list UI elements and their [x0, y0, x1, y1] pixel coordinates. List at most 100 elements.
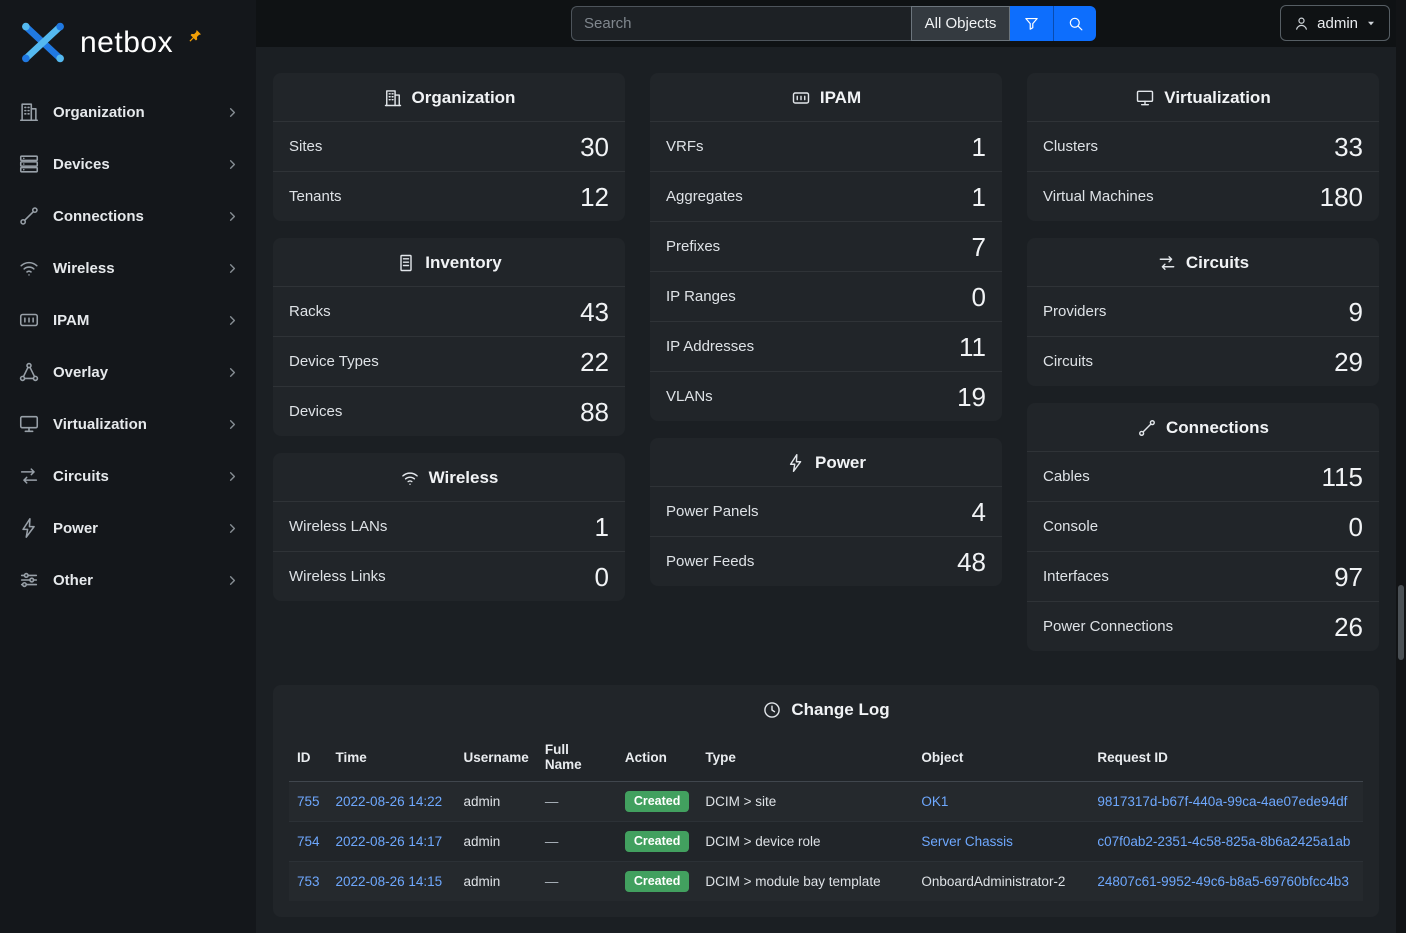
- changelog-card: Change Log IDTimeUsernameFull NameAction…: [273, 685, 1379, 917]
- action-badge: Created: [625, 871, 690, 892]
- stat-value[interactable]: 11: [959, 334, 986, 360]
- stat-value[interactable]: 0: [972, 284, 986, 310]
- time-link[interactable]: 2022-08-26 14:22: [336, 794, 443, 809]
- action-badge: Created: [625, 791, 690, 812]
- stat-value[interactable]: 180: [1320, 184, 1363, 210]
- stat-value[interactable]: 33: [1334, 134, 1363, 160]
- stat-label: Tenants: [289, 188, 342, 205]
- sidebar-item-label: Devices: [53, 156, 225, 173]
- stat-value[interactable]: 1: [972, 134, 986, 160]
- stat-value[interactable]: 115: [1322, 464, 1363, 490]
- cell-full-name: —: [545, 874, 559, 889]
- stat-value[interactable]: 9: [1349, 299, 1363, 325]
- stat-value[interactable]: 7: [972, 234, 986, 260]
- stat-row: IP Addresses11: [650, 321, 1002, 371]
- sidebar-item-other[interactable]: Other: [0, 554, 256, 606]
- sidebar-item-label: Power: [53, 520, 225, 537]
- card-title: Inventory: [425, 253, 502, 273]
- user-menu-button[interactable]: admin: [1280, 5, 1390, 41]
- stat-value[interactable]: 88: [580, 399, 609, 425]
- chevron-right-icon: [225, 105, 240, 120]
- pin-icon[interactable]: [187, 28, 203, 44]
- request-id-link[interactable]: 24807c61-9952-49c6-b8a5-69760bfcc4b3: [1097, 874, 1348, 889]
- id-link[interactable]: 754: [297, 834, 320, 849]
- stat-value[interactable]: 97: [1334, 564, 1363, 590]
- stat-row: VRFs1: [650, 121, 1002, 171]
- wireless-card: Wireless Wireless LANs1Wireless Links0: [273, 453, 625, 601]
- stat-label: Sites: [289, 138, 322, 155]
- stat-value[interactable]: 1: [595, 514, 609, 540]
- stat-row: Interfaces97: [1027, 551, 1379, 601]
- stat-value[interactable]: 4: [972, 499, 986, 525]
- stat-value[interactable]: 1: [972, 184, 986, 210]
- sidebar-item-virtualization[interactable]: Virtualization: [0, 398, 256, 450]
- stat-row: Power Connections26: [1027, 601, 1379, 651]
- sliders-icon: [18, 569, 40, 591]
- sidebar-item-devices[interactable]: Devices: [0, 138, 256, 190]
- request-id-link[interactable]: c07f0ab2-2351-4c58-825a-8b6a2425a1ab: [1097, 834, 1350, 849]
- stat-row: Console0: [1027, 501, 1379, 551]
- id-link[interactable]: 755: [297, 794, 320, 809]
- table-row: 7542022-08-26 14:17admin—CreatedDCIM > d…: [289, 822, 1363, 862]
- search-input[interactable]: [571, 6, 911, 41]
- search-button[interactable]: [1053, 6, 1096, 41]
- inventory-card: Inventory Racks43Device Types22Devices88: [273, 238, 625, 436]
- stat-row: Power Panels4: [650, 486, 1002, 536]
- sidebar-item-ipam[interactable]: IPAM: [0, 294, 256, 346]
- stat-value[interactable]: 0: [595, 564, 609, 590]
- cell-username: admin: [464, 874, 501, 889]
- chevron-right-icon: [225, 573, 240, 588]
- sidebar-item-overlay[interactable]: Overlay: [0, 346, 256, 398]
- sidebar-item-power[interactable]: Power: [0, 502, 256, 554]
- time-link[interactable]: 2022-08-26 14:17: [336, 834, 443, 849]
- search-group: All Objects: [571, 6, 1096, 41]
- column-header: ID: [289, 733, 328, 782]
- organization-card: Organization Sites30Tenants12: [273, 73, 625, 221]
- stat-value[interactable]: 12: [580, 184, 609, 210]
- stat-row: Wireless Links 0: [273, 551, 625, 601]
- object-type-button[interactable]: All Objects: [911, 6, 1010, 41]
- cell-username: admin: [464, 794, 501, 809]
- cell-type: DCIM > site: [705, 794, 776, 809]
- time-link[interactable]: 2022-08-26 14:15: [336, 874, 443, 889]
- stat-value[interactable]: 22: [580, 349, 609, 375]
- stat-row: Cables115: [1027, 451, 1379, 501]
- filter-button[interactable]: [1010, 6, 1053, 41]
- stat-value[interactable]: 30: [580, 134, 609, 160]
- stat-label: Prefixes: [666, 238, 720, 255]
- action-badge: Created: [625, 831, 690, 852]
- scrollbar-thumb[interactable]: [1398, 585, 1404, 660]
- object-link[interactable]: Server Chassis: [921, 834, 1013, 849]
- stat-label: VLANs: [666, 388, 713, 405]
- sidebar-item-connections[interactable]: Connections: [0, 190, 256, 242]
- stat-label: Aggregates: [666, 188, 743, 205]
- column-header: Time: [328, 733, 456, 782]
- sidebar-item-wireless[interactable]: Wireless: [0, 242, 256, 294]
- sidebar-nav: Organization Devices ConnectionsWirelessIP…: [0, 80, 256, 606]
- stat-row: Device Types22: [273, 336, 625, 386]
- object-link[interactable]: OK1: [921, 794, 948, 809]
- chevron-right-icon: [225, 417, 240, 432]
- stat-value[interactable]: 48: [957, 549, 986, 575]
- lightning-icon: [18, 517, 40, 539]
- sidebar-item-label: Other: [53, 572, 225, 589]
- id-link[interactable]: 753: [297, 874, 320, 889]
- stat-label: Wireless Links: [289, 568, 386, 585]
- stat-row: Tenants 12: [273, 171, 625, 221]
- stat-label: Wireless LANs: [289, 518, 387, 535]
- dashboard: Organization Sites30Tenants12 Inventory …: [256, 47, 1406, 933]
- scrollbar[interactable]: [1396, 0, 1406, 933]
- netbox-logo-link[interactable]: netbox: [0, 0, 256, 80]
- inventory-icon: [396, 253, 416, 273]
- stat-value[interactable]: 0: [1349, 514, 1363, 540]
- request-id-link[interactable]: 9817317d-b67f-440a-99ca-4ae07ede94df: [1097, 794, 1347, 809]
- monitor-icon: [18, 413, 40, 435]
- stat-value[interactable]: 43: [580, 299, 609, 325]
- stat-value[interactable]: 19: [957, 384, 986, 410]
- card-title: Change Log: [791, 700, 889, 720]
- filter-icon: [1023, 15, 1040, 32]
- stat-value[interactable]: 29: [1334, 349, 1363, 375]
- sidebar-item-organization[interactable]: Organization: [0, 86, 256, 138]
- stat-value[interactable]: 26: [1334, 614, 1363, 640]
- sidebar-item-circuits[interactable]: Circuits: [0, 450, 256, 502]
